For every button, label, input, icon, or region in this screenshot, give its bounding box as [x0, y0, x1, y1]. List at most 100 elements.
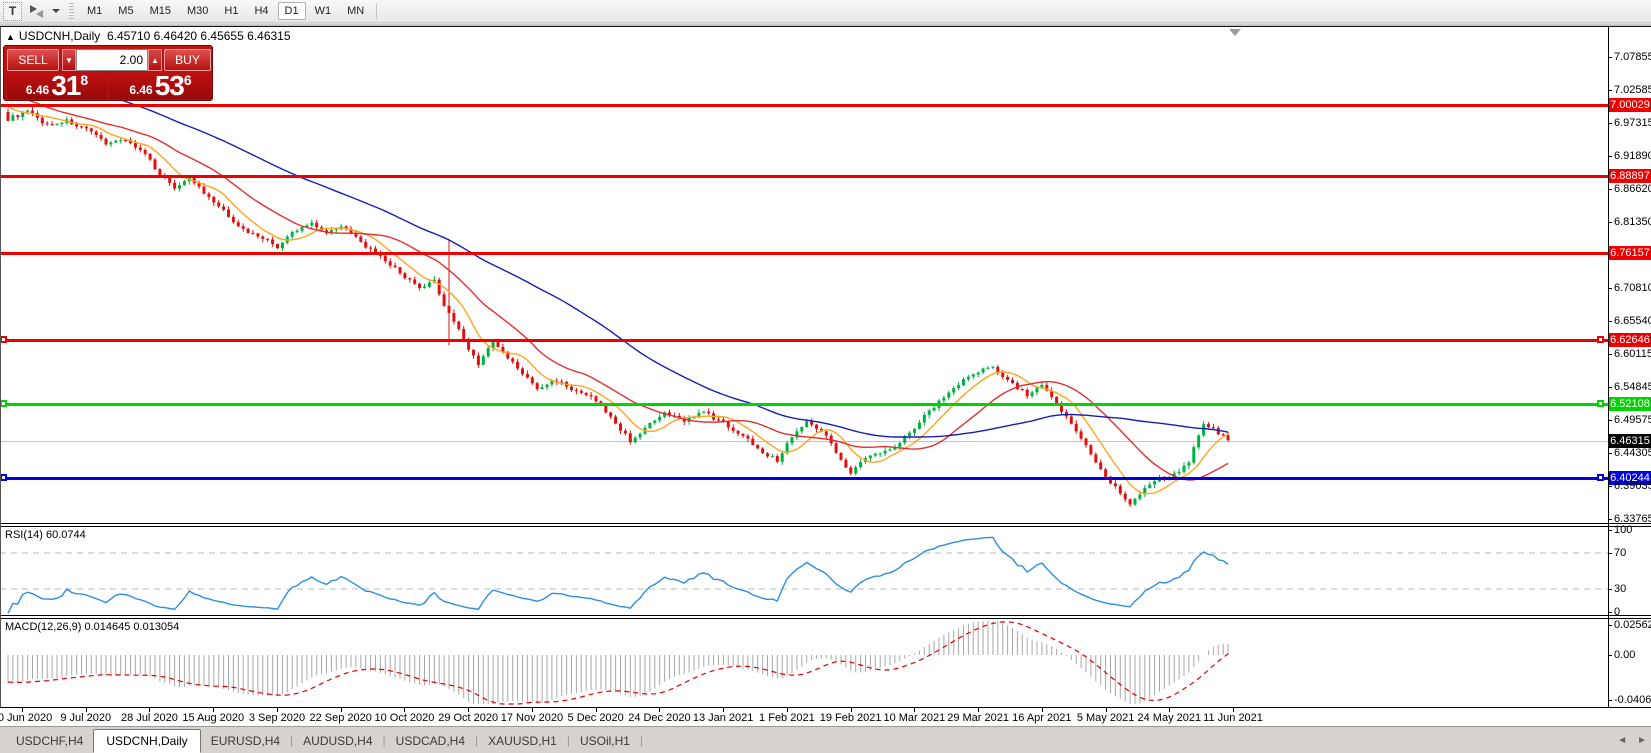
price-horizontal-line[interactable] — [0, 252, 1608, 255]
date-label: 10 Oct 2020 — [374, 712, 434, 724]
sell-price-small: 6.46 — [26, 82, 49, 98]
timeframe-button-mn[interactable]: MN — [340, 2, 371, 20]
pane-separator[interactable] — [0, 523, 1651, 527]
arrows-tool-icon[interactable] — [28, 2, 48, 20]
rsi-axis-label: 70 — [1614, 546, 1626, 560]
price-horizontal-line[interactable] — [0, 403, 1608, 406]
buy-button[interactable]: BUY — [164, 49, 211, 71]
price-line-badge: 6.88897 — [1609, 169, 1651, 183]
tab-audusd-h4[interactable]: AUDUSD,H4 — [293, 731, 382, 751]
price-axis-label: 6.60115 — [1614, 347, 1651, 361]
tab-scroll-controls: ◄ ► — [1617, 735, 1647, 746]
date-label: 17 Nov 2020 — [501, 712, 563, 724]
tab-usoil-h1[interactable]: USOil,H1 — [570, 731, 640, 751]
text-tool-button[interactable]: T — [3, 2, 22, 21]
ohlc-high: 6.46420 — [154, 29, 197, 43]
volume-input[interactable] — [76, 49, 148, 71]
toolbar-grip — [69, 3, 74, 19]
buy-price-display[interactable]: 6.46 53 6 — [110, 73, 211, 99]
tab-usdchf-h4[interactable]: USDCHF,H4 — [6, 731, 93, 751]
tab-eurusd-h4[interactable]: EURUSD,H4 — [201, 731, 290, 751]
timeframe-button-h4[interactable]: H4 — [247, 2, 275, 20]
timeframe-button-group: M1M5M15M30H1H4D1W1MN — [79, 2, 372, 20]
rsi-indicator-label: RSI(14) 60.0744 — [5, 529, 86, 541]
date-label: 9 Jul 2020 — [60, 712, 111, 724]
symbol-title: USDCNH,Daily — [19, 29, 100, 43]
timeframe-button-m1[interactable]: M1 — [80, 2, 109, 20]
time-axis[interactable]: 20 Jun 20209 Jul 202028 Jul 202015 Aug 2… — [0, 708, 1651, 726]
date-label: 16 Apr 2021 — [1012, 712, 1071, 724]
price-horizontal-line[interactable] — [0, 104, 1608, 107]
ohlc-close: 6.46315 — [247, 29, 290, 43]
tab-scroll-right-icon[interactable]: ► — [1637, 735, 1647, 746]
timeframe-button-w1[interactable]: W1 — [308, 2, 339, 20]
chart-header: ▲USDCNH,Daily 6.45710 6.46420 6.45655 6.… — [6, 29, 291, 43]
date-label: 24 Dec 2020 — [628, 712, 690, 724]
timeframe-button-m30[interactable]: M30 — [180, 2, 215, 20]
ohlc-open: 6.45710 — [107, 29, 150, 43]
toolbar: T M1M5M15M30H1H4D1W1MN — [0, 0, 1651, 23]
date-label: 24 May 2021 — [1138, 712, 1202, 724]
chart-shift-marker-icon[interactable] — [1229, 29, 1241, 36]
price-axis-label: 6.91890 — [1614, 149, 1651, 163]
price-axis-label: 6.44305 — [1614, 446, 1651, 460]
price-axis-label: 6.49575 — [1614, 413, 1651, 427]
candles-series — [7, 56, 1230, 507]
price-line-badge: 6.76157 — [1609, 246, 1651, 260]
timeframe-button-m15[interactable]: M15 — [143, 2, 178, 20]
volume-increase-button[interactable]: ▲ — [148, 49, 162, 71]
date-label: 15 Aug 2020 — [182, 712, 244, 724]
price-axis-label: 6.54845 — [1614, 380, 1651, 394]
chart-region[interactable]: 7.000296.888976.761576.626466.521086.402… — [0, 27, 1651, 753]
price-horizontal-line[interactable] — [0, 175, 1608, 178]
line-handle-left[interactable] — [0, 474, 7, 481]
price-axis-label: 6.86620 — [1614, 182, 1651, 196]
tab-scroll-left-icon[interactable]: ◄ — [1617, 735, 1627, 746]
buy-price-pip: 6 — [184, 75, 192, 85]
date-label: 20 Jun 2020 — [0, 712, 52, 724]
timeframe-button-h1[interactable]: H1 — [217, 2, 245, 20]
chevron-down-icon[interactable] — [52, 9, 60, 13]
sell-price-big: 31 — [51, 74, 80, 98]
rsi-axis-label: 100 — [1614, 523, 1632, 537]
price-axis-label: 6.81350 — [1614, 215, 1651, 229]
tab-usdcnh-daily[interactable]: USDCNH,Daily — [93, 729, 200, 753]
rsi-axis-label: 0 — [1614, 605, 1620, 619]
line-handle-left[interactable] — [0, 336, 7, 343]
price-line-badge: 6.52108 — [1609, 397, 1651, 411]
volume-decrease-button[interactable]: ▼ — [62, 49, 76, 71]
price-line-badge: 6.62646 — [1609, 333, 1651, 347]
buy-price-big: 53 — [155, 74, 184, 98]
collapse-panel-icon[interactable]: ▲ — [6, 32, 15, 42]
line-handle-right[interactable] — [1597, 474, 1604, 481]
line-handle-left[interactable] — [0, 400, 7, 407]
tab-xauusd-h1[interactable]: XAUUSD,H1 — [478, 731, 567, 751]
price-axis-label: 6.65540 — [1614, 314, 1651, 328]
price-line-badge: 7.00029 — [1609, 98, 1651, 112]
macd-axis-label: 0.025623 — [1614, 618, 1651, 632]
date-label: 3 Sep 2020 — [249, 712, 305, 724]
date-label: 19 Feb 2021 — [820, 712, 882, 724]
macd-pane-canvas[interactable] — [0, 619, 1608, 706]
price-axis-label: 6.97315 — [1614, 116, 1651, 130]
rsi-pane-canvas[interactable] — [0, 528, 1608, 615]
macd-series — [8, 621, 1228, 704]
rsi-axis-label: 30 — [1614, 582, 1626, 596]
tab-usdcad-h4[interactable]: USDCAD,H4 — [386, 731, 475, 751]
price-horizontal-line[interactable] — [0, 339, 1608, 342]
line-handle-right[interactable] — [1597, 400, 1604, 407]
timeframe-button-d1[interactable]: D1 — [278, 2, 306, 20]
price-horizontal-line[interactable] — [0, 477, 1608, 480]
rsi-series — [0, 537, 1608, 613]
chart-tab-bar: USDCHF,H4USDCNH,DailyEURUSD,H4|AUDUSD,H4… — [0, 726, 1651, 753]
sell-price-display[interactable]: 6.46 31 8 — [7, 73, 107, 99]
main-chart-canvas[interactable] — [0, 27, 1608, 523]
sell-price-pip: 8 — [80, 75, 88, 85]
date-label: 29 Mar 2021 — [947, 712, 1009, 724]
timeframe-button-m5[interactable]: M5 — [111, 2, 140, 20]
arrow-left-icon — [36, 10, 43, 18]
sell-button[interactable]: SELL — [7, 49, 59, 71]
price-axis-label: 6.39035 — [1614, 479, 1651, 493]
date-label: 11 Jun 2021 — [1203, 712, 1263, 724]
line-handle-right[interactable] — [1597, 336, 1604, 343]
